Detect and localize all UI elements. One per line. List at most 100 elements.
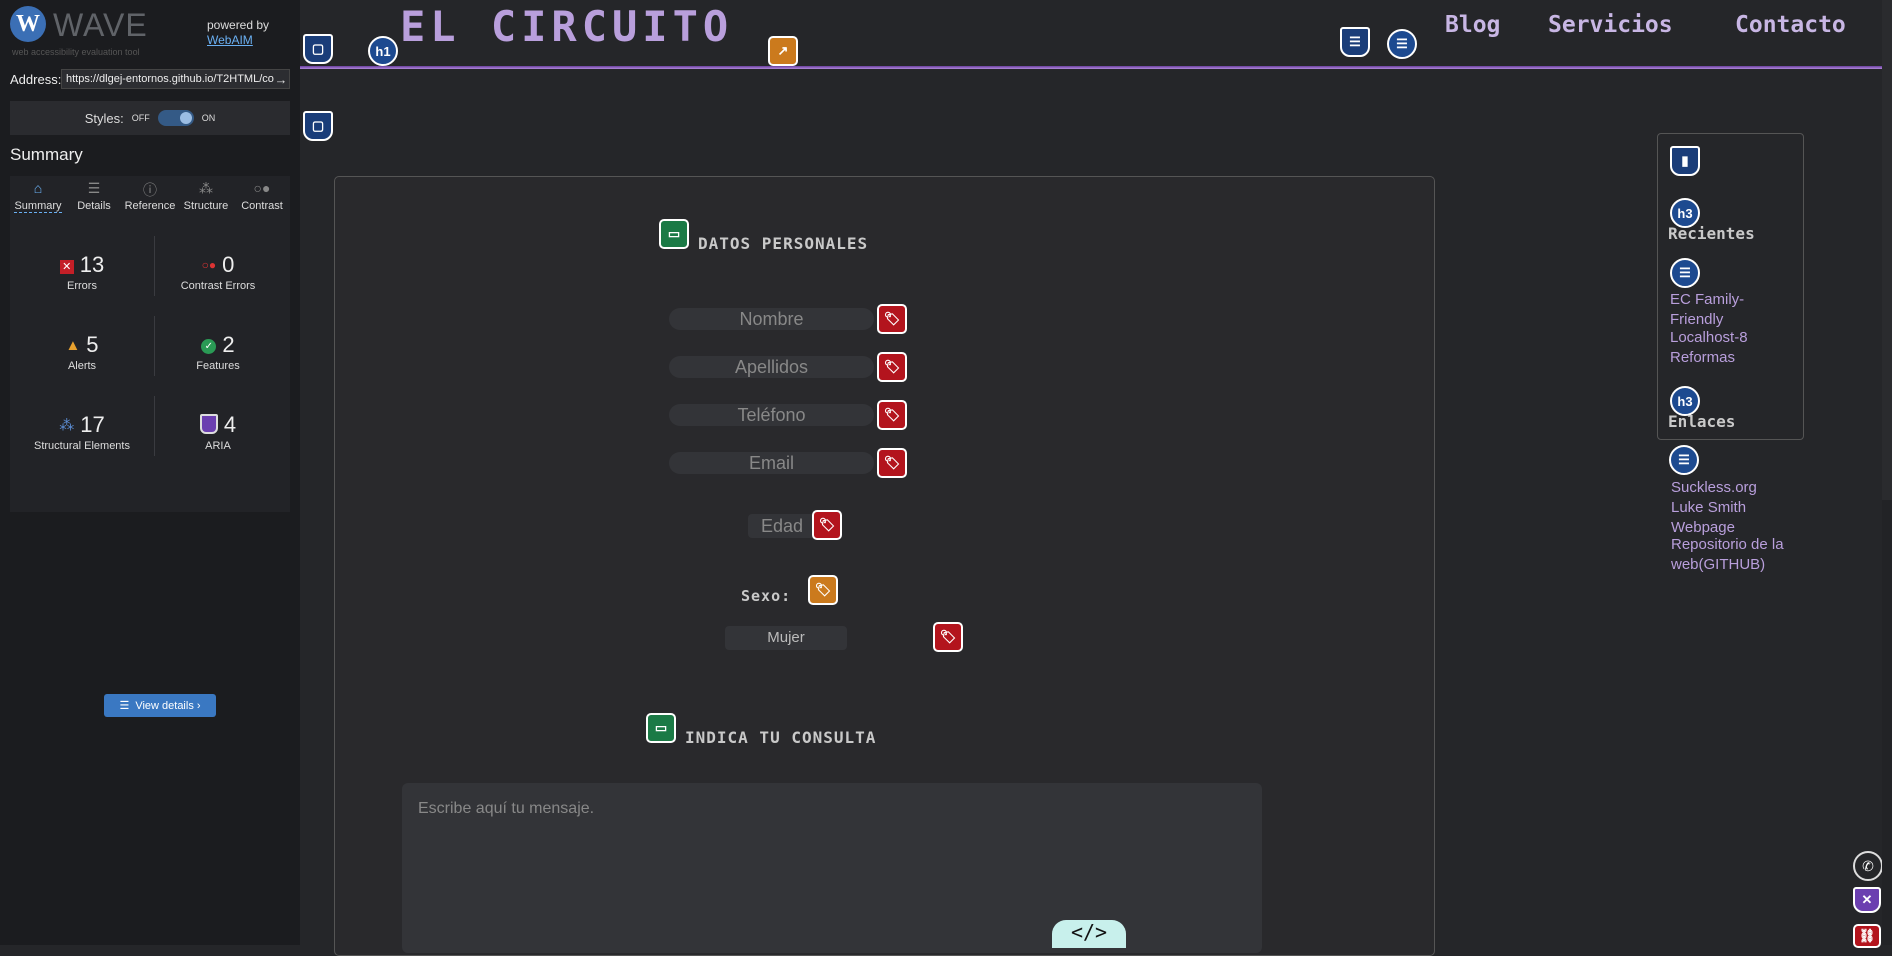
header-divider bbox=[300, 66, 1882, 69]
aria-label: ARIA bbox=[205, 440, 231, 452]
wave-name: WAVE bbox=[53, 7, 148, 43]
nombre-input[interactable]: Nombre bbox=[669, 308, 874, 330]
fieldset-feature-icon[interactable]: ▭ bbox=[646, 713, 676, 743]
address-input[interactable]: https://dlgej-entornos.github.io/T2HTML/… bbox=[61, 69, 290, 89]
address-label: Address: bbox=[10, 72, 62, 87]
styles-off-label: OFF bbox=[131, 113, 150, 123]
aria-icon bbox=[199, 414, 218, 434]
unordered-list-icon[interactable]: ☰ bbox=[1669, 445, 1699, 475]
list-icon: ☰ bbox=[119, 700, 130, 712]
enlaces-heading: Enlaces bbox=[1668, 412, 1736, 431]
aria-close-icon[interactable]: ✕ bbox=[1853, 887, 1881, 913]
tab-contrast-label: Contrast bbox=[241, 200, 283, 212]
tab-summary[interactable]: ⌂ Summary bbox=[10, 176, 66, 216]
nav-servicios[interactable]: Servicios bbox=[1548, 12, 1673, 38]
email-input[interactable]: Email bbox=[669, 452, 874, 474]
styles-label: Styles: bbox=[84, 110, 124, 126]
contrast-count: 0 bbox=[222, 252, 235, 277]
missing-label-error-icon[interactable]: 🏷 bbox=[877, 352, 907, 382]
link-repositorio[interactable]: Repositorio de la web(GITHUB) bbox=[1671, 535, 1791, 575]
error-icon: ✕ bbox=[59, 260, 74, 274]
h3-badge-label: h3 bbox=[1677, 393, 1693, 409]
list-icon: ☰ bbox=[87, 180, 101, 196]
tab-contrast[interactable]: ○● Contrast bbox=[234, 176, 290, 216]
missing-label-error-icon[interactable]: 🏷 bbox=[877, 448, 907, 478]
navigation-region-icon[interactable]: ☰ bbox=[1340, 27, 1370, 57]
unordered-list-icon[interactable]: ☰ bbox=[1670, 258, 1700, 288]
header-region-icon[interactable]: ▢ bbox=[303, 34, 333, 64]
alert-icon: ▲ bbox=[65, 337, 81, 354]
whatsapp-icon[interactable]: ✆ bbox=[1853, 851, 1883, 881]
structure-icon: ⁂ bbox=[59, 417, 75, 434]
link-ec-family[interactable]: EC Family-Friendly bbox=[1670, 290, 1780, 330]
go-arrow-icon[interactable]: → bbox=[272, 69, 290, 89]
h1-badge-label: h1 bbox=[375, 43, 391, 59]
aria-count: 4 bbox=[223, 412, 237, 437]
link-luke-smith[interactable]: Luke Smith Webpage bbox=[1671, 498, 1791, 538]
h1-heading-icon[interactable]: h1 bbox=[368, 36, 398, 66]
orphaned-label-alert-icon[interactable]: 🏷 bbox=[808, 575, 838, 605]
wave-logo-icon[interactable]: W bbox=[10, 6, 46, 42]
sidebar-aside: ▮ h3 Recientes ☰ EC Family-Friendly Loca… bbox=[1657, 133, 1804, 440]
tab-structure[interactable]: ⁂ Structure bbox=[178, 176, 234, 216]
link-localhost[interactable]: Localhost-8 bbox=[1670, 328, 1780, 348]
structural-label: Structural Elements bbox=[34, 440, 130, 452]
errors-label: Errors bbox=[67, 280, 97, 292]
tab-reference[interactable]: ⓘ Reference bbox=[122, 176, 178, 216]
telefono-input[interactable]: Teléfono bbox=[669, 404, 874, 426]
link-reformas[interactable]: Reformas bbox=[1670, 348, 1780, 368]
page-title: EL CIRCUITO bbox=[400, 2, 734, 51]
missing-label-error-icon[interactable]: 🏷 bbox=[812, 510, 842, 540]
scrollbar-thumb[interactable] bbox=[1882, 0, 1892, 500]
section-datos-personales: DATOS PERSONALES bbox=[698, 234, 869, 253]
tab-details[interactable]: ☰ Details bbox=[66, 176, 122, 216]
structural-stat[interactable]: ⁂ 17 Structural Elements bbox=[12, 412, 152, 452]
page-content: EL CIRCUITO Blog Servicios Contacto ▢ h1… bbox=[300, 0, 1892, 956]
contrast-error-icon: ○● bbox=[201, 258, 217, 272]
recientes-heading: Recientes bbox=[1668, 224, 1755, 243]
link-error-icon[interactable]: ⛓ bbox=[1853, 924, 1881, 948]
alerts-count: 5 bbox=[86, 332, 99, 357]
missing-label-error-icon[interactable]: 🏷 bbox=[877, 304, 907, 334]
nav-contacto[interactable]: Contacto bbox=[1735, 12, 1846, 38]
message-textarea[interactable]: Escribe aquí tu mensaje. bbox=[402, 783, 1262, 953]
tab-summary-label: Summary bbox=[14, 200, 62, 213]
h3-badge-label: h3 bbox=[1677, 205, 1693, 221]
webaim-link[interactable]: WebAIM bbox=[207, 33, 269, 48]
styles-on-label: ON bbox=[201, 113, 216, 123]
features-stat[interactable]: ✓ 2 Features bbox=[148, 332, 288, 372]
home-icon: ⌂ bbox=[33, 180, 43, 196]
redundant-link-alert-icon[interactable]: ↗ bbox=[768, 36, 798, 66]
nav-blog[interactable]: Blog bbox=[1445, 12, 1500, 38]
feature-check-icon: ✓ bbox=[201, 339, 217, 354]
tab-details-label: Details bbox=[77, 200, 111, 212]
aria-stat[interactable]: 4 ARIA bbox=[148, 412, 288, 452]
errors-stat[interactable]: ✕ 13 Errors bbox=[12, 252, 152, 292]
missing-label-error-icon[interactable]: 🏷 bbox=[933, 622, 963, 652]
hierarchy-icon: ⁂ bbox=[199, 180, 213, 196]
contrast-stat[interactable]: ○● 0 Contrast Errors bbox=[148, 252, 288, 292]
sexo-select[interactable]: Mujer bbox=[725, 626, 847, 650]
aside-region-icon[interactable]: ▮ bbox=[1670, 146, 1700, 176]
tab-structure-label: Structure bbox=[183, 200, 229, 212]
info-icon: ⓘ bbox=[143, 182, 157, 198]
section-indica-consulta: INDICA TU CONSULTA bbox=[685, 728, 877, 747]
main-region-icon[interactable]: ▢ bbox=[303, 111, 333, 141]
styles-toggle[interactable] bbox=[157, 110, 194, 126]
edad-input[interactable]: Edad bbox=[748, 514, 816, 538]
unordered-list-icon[interactable]: ☰ bbox=[1387, 29, 1417, 59]
powered-by: powered by WebAIM bbox=[207, 18, 269, 48]
wave-tabs: ⌂ Summary ☰ Details ⓘ Reference ⁂ Structure … bbox=[10, 176, 290, 216]
code-badge[interactable]: </> bbox=[1052, 920, 1126, 948]
missing-label-error-icon[interactable]: 🏷 bbox=[877, 400, 907, 430]
alerts-stat[interactable]: ▲ 5 Alerts bbox=[12, 332, 152, 372]
fieldset-feature-icon[interactable]: ▭ bbox=[659, 219, 689, 249]
view-details-button[interactable]: ☰ View details › bbox=[104, 694, 216, 717]
features-count: 2 bbox=[222, 332, 235, 357]
link-suckless[interactable]: Suckless.org bbox=[1671, 478, 1791, 498]
structural-count: 17 bbox=[80, 412, 105, 437]
errors-count: 13 bbox=[79, 252, 105, 277]
tab-reference-label: Reference bbox=[124, 200, 176, 212]
features-label: Features bbox=[196, 360, 240, 372]
apellidos-input[interactable]: Apellidos bbox=[669, 356, 874, 378]
